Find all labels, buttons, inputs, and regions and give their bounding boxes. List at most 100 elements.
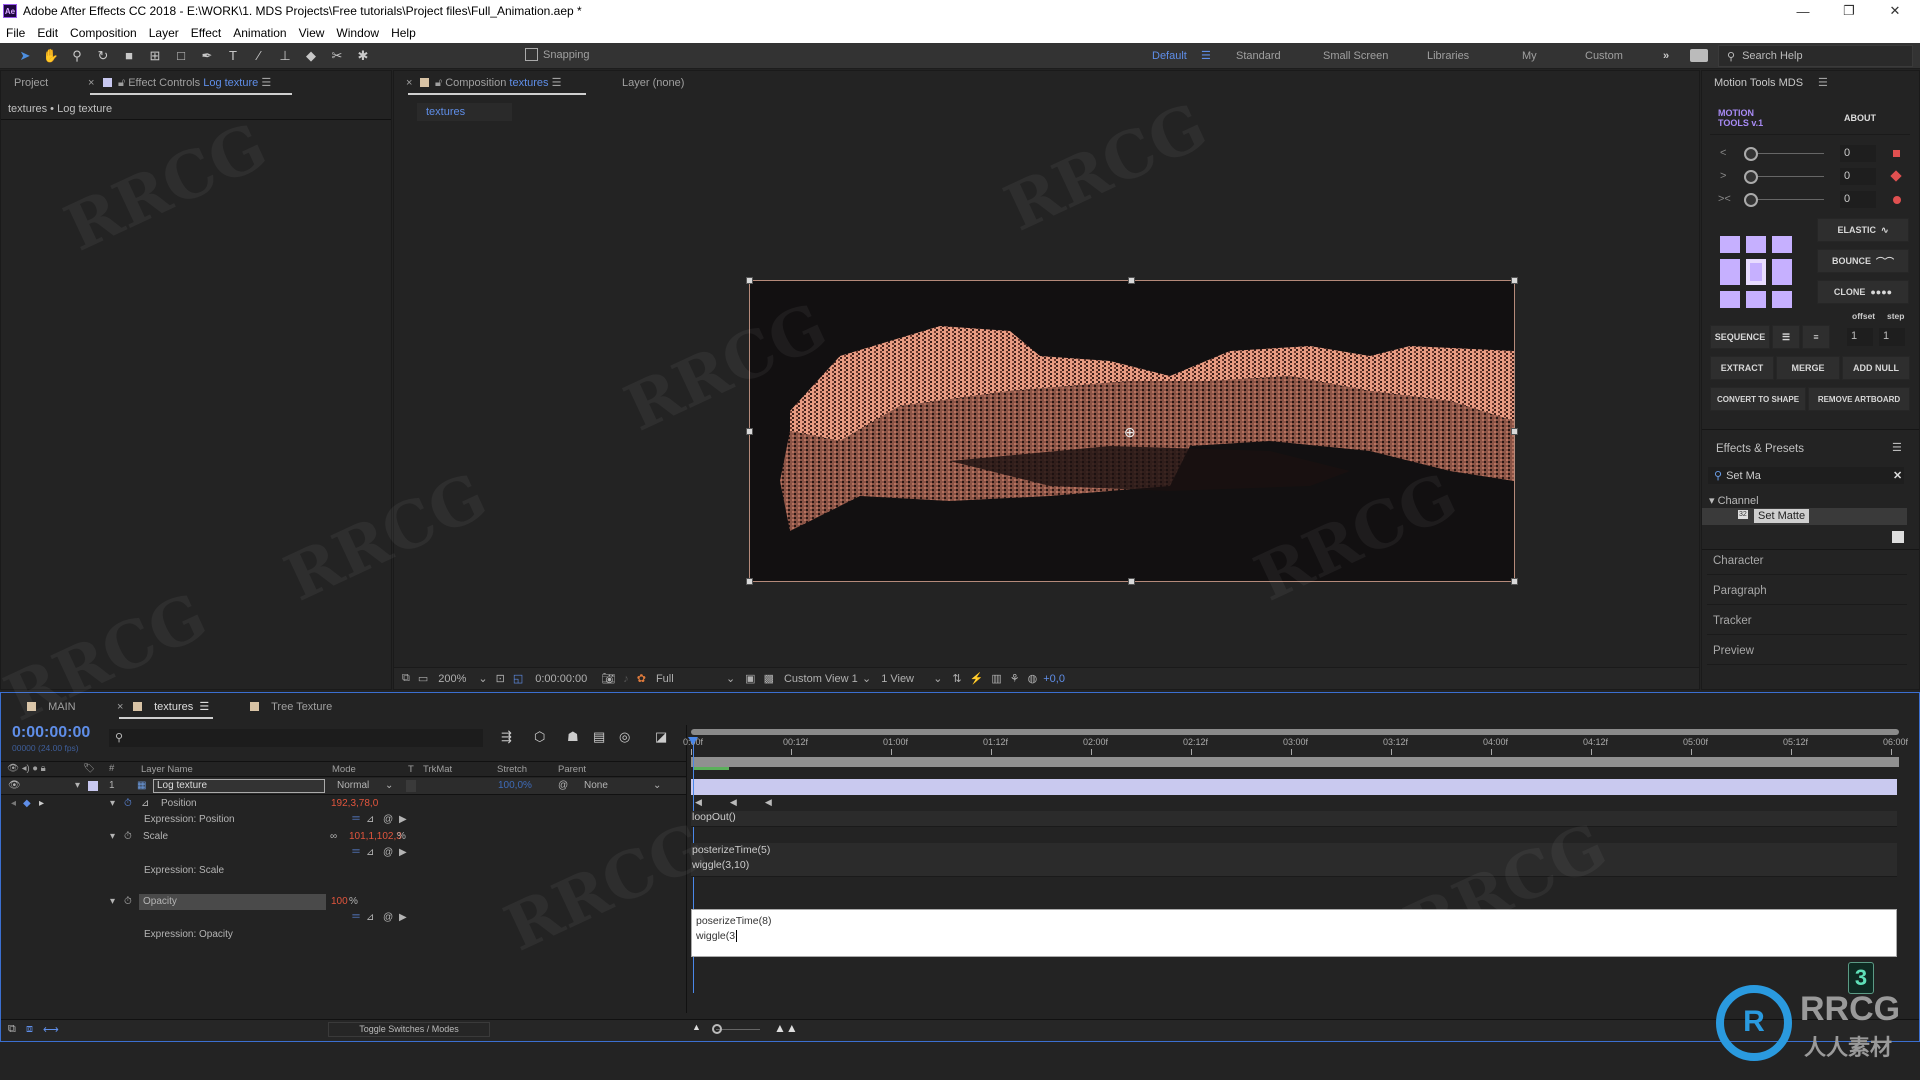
ease-out-slider-knob[interactable] xyxy=(1744,170,1758,184)
transform-handle[interactable] xyxy=(1511,578,1518,585)
playhead-handle[interactable] xyxy=(688,737,698,745)
expression-graph-icon[interactable]: ⊿ xyxy=(366,812,374,828)
expression-editor-scale[interactable]: posterizeTime(5) wiggle(3,10) xyxy=(691,843,1897,877)
panel-menu-icon[interactable]: ☰ xyxy=(199,701,209,713)
scale-value[interactable]: 101,1,102,3 xyxy=(349,829,402,845)
next-keyframe-icon[interactable]: ▸ xyxy=(39,796,44,812)
close-button[interactable]: ✕ xyxy=(1872,0,1918,22)
composition-canvas[interactable]: ⊕ xyxy=(746,277,1518,585)
chevron-down-icon[interactable]: ⌄ xyxy=(478,672,487,685)
draft-3d-icon[interactable]: ⬡ xyxy=(534,729,545,745)
about-button[interactable]: ABOUT xyxy=(1844,113,1876,123)
camera-tool-icon[interactable]: ■ xyxy=(119,46,139,66)
chevron-down-icon[interactable]: ⌄ xyxy=(385,778,393,794)
remove-artboard-button[interactable]: REMOVE ARTBOARD xyxy=(1808,387,1910,411)
type-tool-icon[interactable]: T xyxy=(223,46,243,66)
comp-tab-close-icon[interactable]: × xyxy=(406,71,412,95)
parent-header[interactable]: Parent xyxy=(558,764,586,775)
transform-handle[interactable] xyxy=(746,578,753,585)
anchor-bottom-center[interactable] xyxy=(1746,290,1766,308)
effect-result-row[interactable]: 32 Set Matte xyxy=(1702,508,1907,525)
timeline-zoom-knob[interactable] xyxy=(712,1024,722,1034)
sequence-forward-icon[interactable]: ☰ xyxy=(1772,325,1800,349)
panel-menu-icon[interactable]: ☰ xyxy=(1818,71,1828,95)
time-navigator[interactable] xyxy=(691,757,1899,767)
ease-both-slider-knob[interactable] xyxy=(1744,193,1758,207)
menu-animation[interactable]: Animation xyxy=(233,26,286,40)
roto-brush-tool-icon[interactable]: ✂ xyxy=(327,46,347,66)
zoom-out-icon[interactable]: ▲ xyxy=(692,1022,701,1032)
effects-search-field[interactable]: ⚲ Set Ma ✕ xyxy=(1708,467,1904,484)
layer-label-swatch[interactable] xyxy=(88,781,98,791)
expression-editor-position[interactable]: loopOut() xyxy=(691,811,1897,827)
shy-layers-icon[interactable]: ☗ xyxy=(567,729,579,745)
anchor-top-center[interactable] xyxy=(1746,236,1766,254)
effect-set-matte[interactable]: Set Matte xyxy=(1754,509,1810,523)
motion-blur-icon[interactable]: ◎ xyxy=(619,729,630,745)
menu-layer[interactable]: Layer xyxy=(149,26,179,40)
sequence-button[interactable]: SEQUENCE xyxy=(1710,325,1770,349)
grid-guides-icon[interactable]: ⊡ xyxy=(496,672,505,685)
blend-mode-select[interactable]: Normal xyxy=(337,778,369,794)
expression-editor-opacity[interactable]: poserizeTime(8) wiggle(3 xyxy=(691,909,1897,957)
bounce-button[interactable]: BOUNCE ⌒⌒ xyxy=(1817,249,1909,273)
transparency-grid-icon[interactable]: ▩ xyxy=(764,672,774,685)
timeline-tab-main[interactable]: MAIN xyxy=(27,695,76,719)
panel-paragraph[interactable]: Paragraph xyxy=(1707,577,1907,605)
hand-tool-icon[interactable]: ✋ xyxy=(41,46,61,66)
workspace-overflow-button[interactable]: » xyxy=(1663,43,1669,69)
panel-preview[interactable]: Preview xyxy=(1707,637,1907,665)
ease-out-value[interactable]: 0 xyxy=(1840,168,1876,185)
panel-menu-icon[interactable]: ☰ xyxy=(552,77,562,89)
ease-both-key-icon[interactable] xyxy=(1893,196,1901,204)
layer-name[interactable]: Log texture xyxy=(153,779,325,793)
pick-whip-icon[interactable]: @ xyxy=(558,778,568,794)
stopwatch-icon[interactable]: ⏱︎ xyxy=(124,796,132,812)
toggle-pixel-aspect-icon[interactable]: ⇅ xyxy=(952,672,961,685)
view-select[interactable]: Custom View 1 xyxy=(784,673,862,685)
selection-tool-icon[interactable]: ➤ xyxy=(15,46,35,66)
anchor-center[interactable] xyxy=(1746,259,1766,285)
transform-handle[interactable] xyxy=(1128,578,1135,585)
time-ruler[interactable]: 0:00f00:12f01:00f01:12f02:00f02:12f03:00… xyxy=(683,737,1908,755)
tab-effect-controls[interactable]: 🔓︎ Effect Controls Log texture ☰ xyxy=(103,71,271,95)
add-keyframe-icon[interactable]: ◆ xyxy=(23,796,31,812)
transform-handle[interactable] xyxy=(746,428,753,435)
menu-view[interactable]: View xyxy=(299,26,325,40)
sync-settings-icon[interactable] xyxy=(1690,49,1708,62)
menu-edit[interactable]: Edit xyxy=(37,26,58,40)
chevron-down-icon[interactable]: ⌄ xyxy=(726,672,735,685)
minimize-button[interactable]: — xyxy=(1780,0,1826,22)
tab-layer[interactable]: Layer (none) xyxy=(622,71,684,95)
viewer-timecode[interactable]: 0:00:00:00 xyxy=(535,673,587,685)
stopwatch-icon[interactable]: ⏱︎ xyxy=(124,894,132,910)
expand-property-icon[interactable]: ▾ xyxy=(110,829,115,845)
comp-navigator-subtab[interactable]: textures xyxy=(417,103,512,121)
transfer-controls-icon[interactable]: ⧈ xyxy=(26,1023,33,1036)
tab-composition[interactable]: 🔓︎ Composition textures ☰ xyxy=(420,71,561,95)
workspace-menu-icon[interactable]: ☰ xyxy=(1201,43,1211,69)
new-folder-icon[interactable] xyxy=(1892,531,1904,543)
transform-handle[interactable] xyxy=(746,277,753,284)
menu-effect[interactable]: Effect xyxy=(191,26,221,40)
resolution-select[interactable]: Full xyxy=(656,673,726,685)
ease-in-value[interactable]: 0 xyxy=(1840,145,1876,162)
search-help-field[interactable]: ⚲ Search Help xyxy=(1718,45,1913,67)
panel-tracker[interactable]: Tracker xyxy=(1707,607,1907,635)
frame-blending-icon[interactable]: ▤ xyxy=(593,729,605,745)
stretch-value[interactable]: 100,0% xyxy=(498,778,532,794)
offset-input[interactable]: 1 xyxy=(1847,328,1873,346)
anchor-point-icon[interactable]: ⊕ xyxy=(1124,424,1136,441)
expression-enable-icon[interactable]: ＝ xyxy=(351,910,361,926)
chevron-down-icon[interactable]: ⌄ xyxy=(862,672,871,685)
panel-menu-icon[interactable]: ☰ xyxy=(1892,441,1902,454)
graph-editor-icon[interactable]: ◪ xyxy=(655,729,667,745)
transform-handle[interactable] xyxy=(1511,428,1518,435)
anchor-middle-right[interactable] xyxy=(1772,259,1792,285)
transform-handle[interactable] xyxy=(1511,277,1518,284)
layer-switches-icon[interactable]: ⧉ xyxy=(8,1023,16,1036)
ease-in-slider-knob[interactable] xyxy=(1744,147,1758,161)
expression-graph-icon[interactable]: ⊿ xyxy=(366,845,374,861)
timeline-tab-textures[interactable]: textures ☰ xyxy=(133,695,209,719)
ease-both-value[interactable]: 0 xyxy=(1840,191,1876,208)
